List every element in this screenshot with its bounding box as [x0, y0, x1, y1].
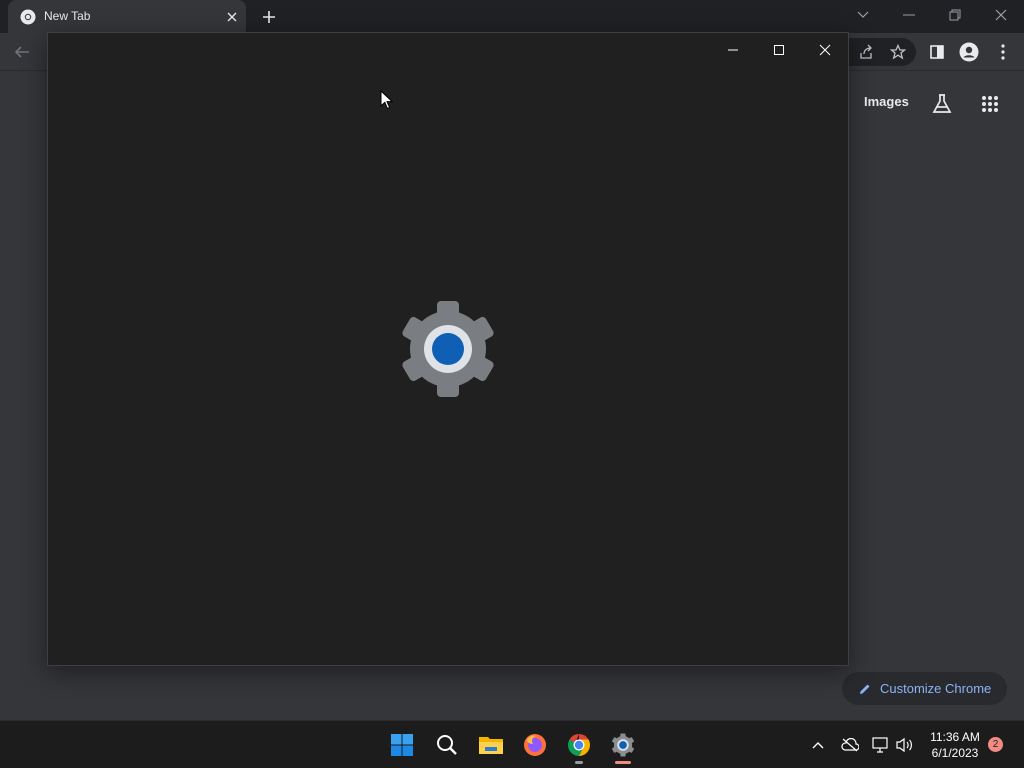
clock-time: 11:36 AM	[930, 730, 980, 744]
onedrive-offline-icon[interactable]	[840, 735, 860, 755]
network-icon[interactable]	[871, 735, 891, 755]
settings-gear-icon	[402, 301, 494, 397]
volume-icon[interactable]	[895, 735, 915, 755]
labs-flask-icon[interactable]	[930, 92, 954, 116]
browser-minimize-icon[interactable]	[896, 4, 922, 26]
back-arrow-icon[interactable]	[11, 41, 33, 63]
tab-strip: New Tab	[0, 0, 1024, 33]
settings-active-indicator	[615, 761, 631, 764]
chrome-icon[interactable]	[563, 729, 595, 761]
firefox-icon[interactable]	[519, 729, 551, 761]
chrome-running-indicator	[575, 761, 583, 764]
new-tab-button[interactable]	[258, 6, 280, 28]
share-icon[interactable]	[855, 41, 877, 63]
search-icon[interactable]	[431, 729, 463, 761]
browser-restore-icon[interactable]	[942, 4, 968, 26]
google-apps-grid-icon[interactable]	[978, 92, 1002, 116]
customize-chrome-button[interactable]: Customize Chrome	[842, 672, 1007, 705]
settings-maximize-icon[interactable]	[764, 39, 794, 61]
tab-title: New Tab	[44, 9, 91, 23]
mouse-cursor-icon	[380, 90, 394, 110]
pencil-icon	[860, 684, 870, 694]
start-icon[interactable]	[386, 729, 418, 761]
chrome-menu-icon[interactable]	[992, 41, 1014, 63]
profile-avatar-icon[interactable]	[958, 41, 980, 63]
file-explorer-icon[interactable]	[475, 729, 507, 761]
tab-new-tab[interactable]: New Tab	[8, 0, 246, 33]
system-clock[interactable]: 11:36 AM 6/1/2023	[922, 729, 988, 761]
images-link[interactable]: Images	[864, 94, 909, 109]
tab-close-icon[interactable]	[223, 8, 241, 26]
settings-minimize-icon[interactable]	[718, 39, 748, 61]
settings-app-window[interactable]	[47, 32, 849, 666]
browser-close-icon[interactable]	[988, 4, 1014, 26]
clock-date: 6/1/2023	[931, 746, 979, 760]
notification-badge[interactable]: 2	[988, 737, 1003, 752]
settings-close-icon[interactable]	[810, 39, 840, 61]
chrome-favicon-icon	[20, 9, 36, 25]
bookmark-star-icon[interactable]	[887, 41, 909, 63]
customize-chrome-label: Customize Chrome	[880, 681, 992, 696]
settings-icon[interactable]	[607, 729, 639, 761]
taskbar: 11:36 AM 6/1/2023 2	[0, 720, 1024, 768]
show-hidden-icons-chevron-icon[interactable]	[808, 735, 828, 755]
tab-search-icon[interactable]	[850, 4, 876, 26]
side-panel-icon[interactable]	[926, 41, 948, 63]
